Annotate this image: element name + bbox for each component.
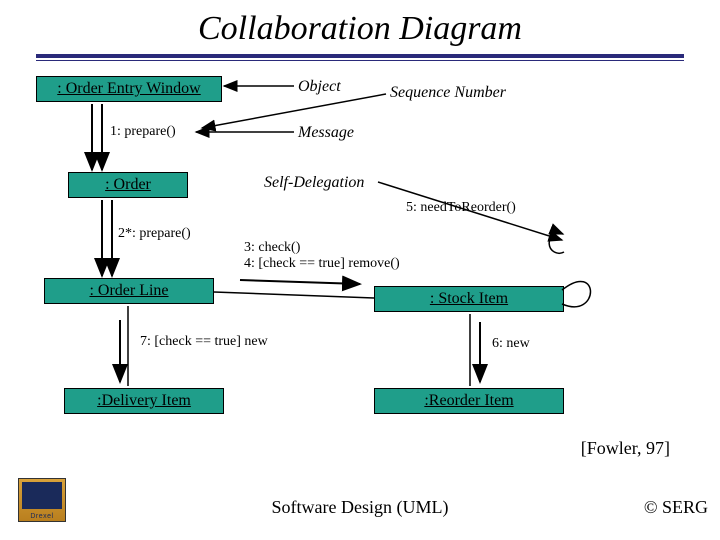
brand-logo: Drexel [18,478,66,522]
object-stock-item: : Stock Item [374,286,564,312]
legend-sequence-number: Sequence Number [390,84,506,102]
object-reorder-item: :Reorder Item [374,388,564,414]
object-order: : Order [68,172,188,198]
object-order-line: : Order Line [44,278,214,304]
citation: [Fowler, 97] [581,438,670,459]
brand-logo-text: Drexel [21,513,63,520]
message-6: 6: new [492,336,530,352]
object-order-entry-window: : Order Entry Window [36,76,222,102]
footer-center: Software Design (UML) [0,497,720,518]
legend-message: Message [298,124,354,142]
message-4: 4: [check == true] remove() [244,256,400,272]
message-5: 5: needToReorder() [406,200,516,216]
legend-self-delegation: Self-Delegation [264,174,364,192]
message-7: 7: [check == true] new [140,334,268,350]
message-1: 1: prepare() [110,124,176,140]
brand-logo-mark [22,482,62,509]
title-rule-thin [36,60,684,61]
message-2: 2*: prepare() [118,226,191,242]
page-title: Collaboration Diagram [0,0,720,54]
title-rule-thick [36,54,684,58]
legend-object: Object [298,78,341,96]
object-delivery-item: :Delivery Item [64,388,224,414]
footer-copyright: © SERG [644,497,708,518]
message-3: 3: check() [244,240,300,256]
